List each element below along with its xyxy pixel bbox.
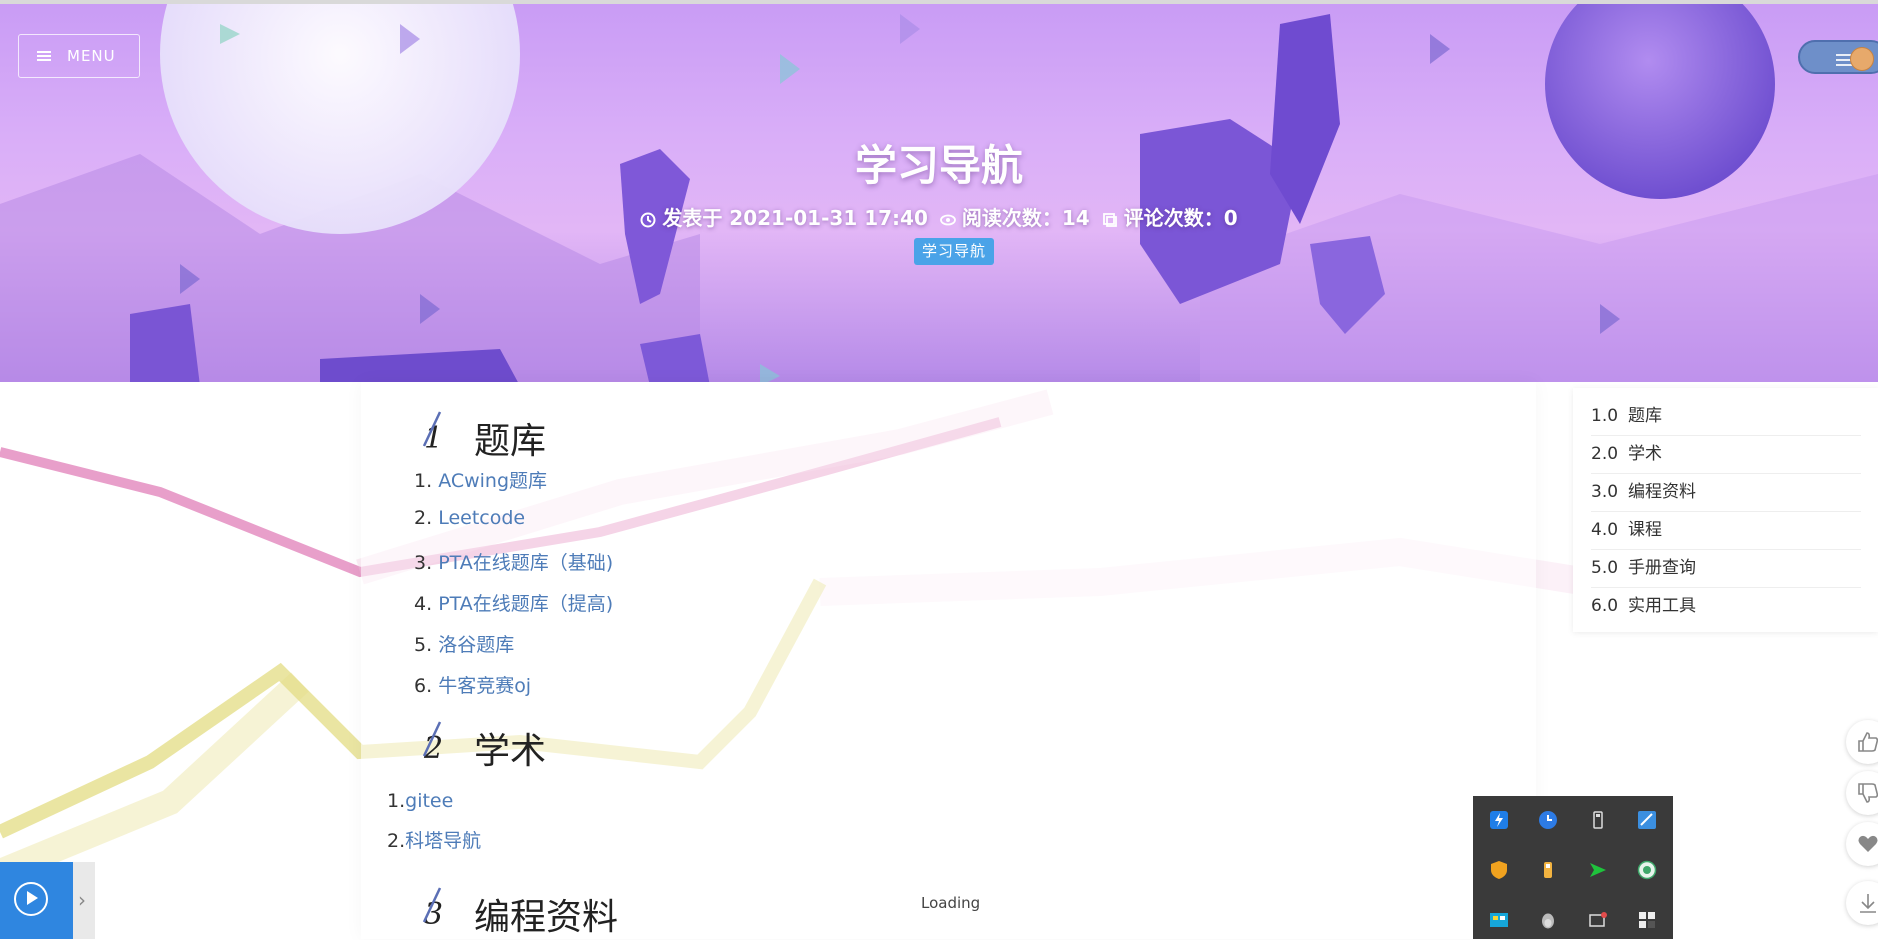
- section-heading-3: 3 编程资料: [422, 887, 619, 940]
- toc-item-1[interactable]: 1.0 题库: [1591, 397, 1861, 436]
- clock-app-icon[interactable]: [1538, 810, 1558, 830]
- play-icon: [27, 891, 38, 905]
- heading-slash-icon: [422, 721, 442, 757]
- list-item: 1.gitee: [387, 790, 454, 812]
- theme-toggle[interactable]: [1798, 40, 1878, 74]
- screenshot-app-icon[interactable]: [1637, 810, 1657, 830]
- toc-item-5[interactable]: 5.0 手册查询: [1591, 549, 1861, 588]
- article-body: 1 题库 1. ACwing题库 2. Leetcode 3. PTA在线题库（…: [361, 382, 1536, 939]
- list-item: 1. ACwing题库: [414, 470, 548, 492]
- link-luogu[interactable]: 洛谷题库: [438, 634, 514, 656]
- heading-text: 题库: [474, 421, 547, 462]
- section-heading-2: 2 学术: [422, 721, 547, 774]
- hero-banner: MENU 学习导航 发表于 2021-01-31 17:40 阅读次数：14 评…: [0, 0, 1878, 382]
- network-monitor-icon[interactable]: [1637, 860, 1657, 880]
- link-leetcode[interactable]: Leetcode: [438, 507, 525, 529]
- windows-app-icon[interactable]: [1489, 910, 1509, 930]
- menu-label: MENU: [67, 47, 116, 65]
- comments-text: 评论次数：0: [1123, 206, 1238, 230]
- published-meta: 发表于 2021-01-31 17:40: [640, 202, 928, 231]
- post-meta: 发表于 2021-01-31 17:40 阅读次数：14 评论次数：0: [0, 202, 1878, 231]
- player-expand-button[interactable]: ›: [73, 862, 95, 939]
- list-item: 4. PTA在线题库（提高): [414, 593, 614, 615]
- link-acwing[interactable]: ACwing题库: [438, 470, 547, 492]
- table-of-contents: 1.0 题库 2.0 学术 3.0 编程资料 4.0 课程 5.0 手册查询 6.0 实用工…: [1573, 388, 1878, 632]
- toc-item-4[interactable]: 4.0 课程: [1591, 511, 1861, 550]
- thumbs-up-icon: [1858, 732, 1878, 752]
- list-item: 6. 牛客竞赛oj: [414, 675, 532, 697]
- comments-meta: 评论次数：0: [1102, 202, 1238, 231]
- toc-item-2[interactable]: 2.0 学术: [1591, 435, 1861, 474]
- heart-icon: [1858, 835, 1878, 852]
- list-item: 2.科塔导航: [387, 830, 482, 852]
- comment-icon: [1102, 212, 1117, 227]
- list-item: 2. Leetcode: [414, 507, 526, 529]
- chevron-right-icon: ›: [78, 888, 86, 912]
- hero-illustration: [0, 4, 1878, 382]
- heading-slash-icon: [422, 411, 442, 447]
- heading-text: 学术: [474, 731, 547, 772]
- post-tag[interactable]: 学习导航: [914, 238, 995, 265]
- thunder-app-icon[interactable]: [1489, 810, 1509, 830]
- link-pta-basic[interactable]: PTA在线题库（基础): [438, 552, 613, 574]
- music-play-button[interactable]: [0, 862, 73, 939]
- system-tray-overflow: [1473, 796, 1673, 939]
- academic-list: 1.gitee 2.科塔导航: [387, 790, 481, 862]
- link-gitee[interactable]: gitee: [405, 790, 453, 812]
- link-nowcoder[interactable]: 牛客竞赛oj: [438, 675, 531, 697]
- section-heading-1: 1 题库: [422, 411, 547, 464]
- toggle-knob: [1850, 47, 1874, 71]
- eye-icon: [939, 214, 956, 225]
- clock-icon: [640, 212, 656, 227]
- list-item: 3. PTA在线题库（基础): [414, 552, 614, 574]
- published-text: 发表于 2021-01-31 17:40: [662, 206, 928, 230]
- question-bank-list: 1. ACwing题库 2. Leetcode 3. PTA在线题库（基础) 4…: [414, 466, 613, 712]
- heading-slash-icon: [422, 887, 442, 923]
- network-alert-icon[interactable]: [1588, 910, 1608, 930]
- link-keta-nav[interactable]: 科塔导航: [405, 830, 481, 852]
- views-meta: 阅读次数：14: [939, 202, 1090, 231]
- qq-penguin-icon[interactable]: [1538, 910, 1558, 930]
- toc-item-6[interactable]: 6.0 实用工具: [1591, 587, 1861, 625]
- views-text: 阅读次数：14: [961, 206, 1090, 230]
- thumbs-down-icon: [1858, 783, 1878, 803]
- send-arrow-icon[interactable]: [1588, 860, 1608, 880]
- loading-text: Loading: [921, 894, 981, 912]
- toc-item-3[interactable]: 3.0 编程资料: [1591, 473, 1861, 512]
- page-title: 学习导航: [854, 141, 1023, 190]
- download-icon: [1860, 894, 1876, 913]
- heading-text: 编程资料: [474, 897, 619, 938]
- link-pta-advanced[interactable]: PTA在线题库（提高): [438, 593, 613, 615]
- usb-device-icon[interactable]: [1538, 860, 1558, 880]
- security-shield-icon[interactable]: [1489, 860, 1509, 880]
- hamburger-icon: [37, 51, 51, 61]
- grid-app-icon[interactable]: [1637, 910, 1657, 930]
- menu-button[interactable]: MENU: [18, 34, 140, 78]
- list-item: 5. 洛谷题库: [414, 634, 515, 656]
- usb-drive-icon[interactable]: [1588, 810, 1608, 830]
